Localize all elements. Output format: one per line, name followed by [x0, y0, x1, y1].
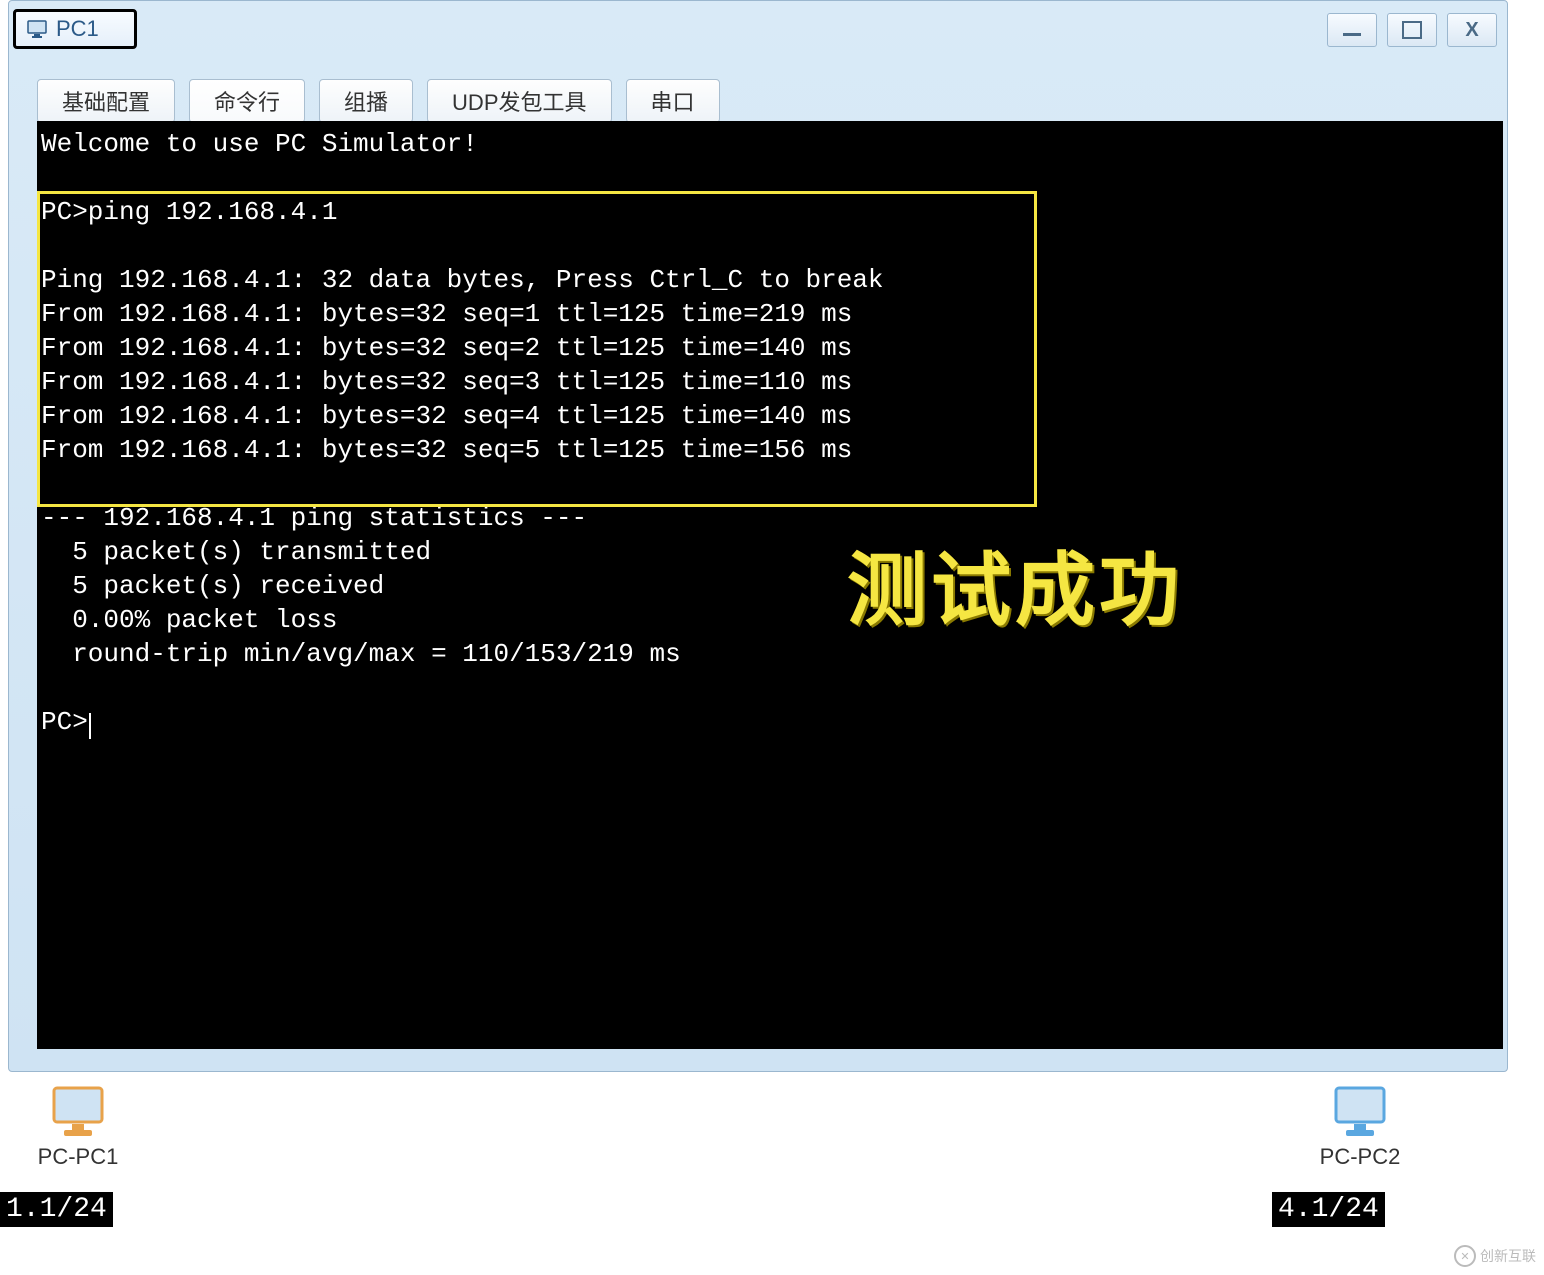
cursor-icon: [89, 713, 91, 739]
terminal-welcome: Welcome to use PC Simulator!: [41, 129, 478, 159]
tab-basic-config[interactable]: 基础配置: [37, 79, 175, 123]
tab-serial[interactable]: 串口: [626, 79, 720, 123]
app-window: PC1 X 基础配置 命令行 组播 UDP发包工具 串口 Welcome to …: [8, 0, 1508, 1072]
monitor-icon: [1330, 1086, 1390, 1140]
device-label: PC-PC2: [1310, 1144, 1410, 1170]
terminal-line: From 192.168.4.1: bytes=32 seq=3 ttl=125…: [41, 367, 852, 397]
tab-strip: 基础配置 命令行 组播 UDP发包工具 串口: [37, 79, 720, 123]
watermark: ✕ 创新互联: [1454, 1245, 1536, 1267]
terminal-line: From 192.168.4.1: bytes=32 seq=1 ttl=125…: [41, 299, 852, 329]
window-controls: X: [1327, 13, 1497, 47]
ip-label-pc2: 4.1/24: [1272, 1192, 1385, 1227]
tab-label: 基础配置: [62, 85, 150, 117]
ip-label-pc1: 1.1/24: [0, 1192, 113, 1227]
terminal-stats: 0.00% packet loss: [41, 605, 337, 635]
terminal-prompt: PC>: [41, 707, 88, 737]
tab-multicast[interactable]: 组播: [319, 79, 413, 123]
terminal-stats: 5 packet(s) received: [41, 571, 384, 601]
device-pc1[interactable]: PC-PC1: [28, 1086, 128, 1170]
device-pc2[interactable]: PC-PC2: [1310, 1086, 1410, 1170]
terminal[interactable]: Welcome to use PC Simulator! PC>ping 192…: [37, 121, 1503, 1049]
maximize-button[interactable]: [1387, 13, 1437, 47]
terminal-line: From 192.168.4.1: bytes=32 seq=5 ttl=125…: [41, 435, 852, 465]
titlebar[interactable]: PC1 X: [9, 1, 1507, 57]
logo-icon: ✕: [1454, 1245, 1476, 1267]
tab-label: UDP发包工具: [452, 85, 586, 117]
monitor-icon: [48, 1086, 108, 1140]
tab-label: 串口: [651, 85, 695, 117]
pc-icon: [24, 16, 50, 42]
terminal-line: From 192.168.4.1: bytes=32 seq=2 ttl=125…: [41, 333, 852, 363]
window-tab-label: PC1: [56, 16, 99, 42]
window-tab-pc1[interactable]: PC1: [13, 9, 137, 49]
terminal-line: Ping 192.168.4.1: 32 data bytes, Press C…: [41, 265, 884, 295]
terminal-stats: --- 192.168.4.1 ping statistics ---: [41, 503, 587, 533]
tab-label: 命令行: [214, 85, 280, 117]
watermark-text: 创新互联: [1480, 1246, 1536, 1266]
overlay-success-text: 测试成功: [847, 581, 1183, 615]
minimize-button[interactable]: [1327, 13, 1377, 47]
tab-udp-tool[interactable]: UDP发包工具: [427, 79, 611, 123]
terminal-stats: round-trip min/avg/max = 110/153/219 ms: [41, 639, 681, 669]
terminal-line: PC>ping 192.168.4.1: [41, 197, 337, 227]
terminal-line: From 192.168.4.1: bytes=32 seq=4 ttl=125…: [41, 401, 852, 431]
device-label: PC-PC1: [28, 1144, 128, 1170]
terminal-stats: 5 packet(s) transmitted: [41, 537, 431, 567]
tab-label: 组播: [344, 85, 388, 117]
close-button[interactable]: X: [1447, 13, 1497, 47]
tab-command-line[interactable]: 命令行: [189, 79, 305, 123]
